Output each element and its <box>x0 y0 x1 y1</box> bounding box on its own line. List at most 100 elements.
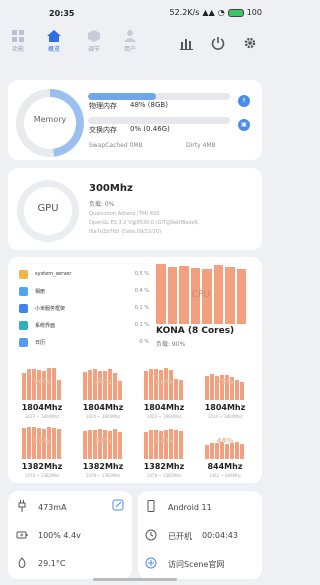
core-range: 1420 ~ 1804Mhz <box>85 414 121 419</box>
process-usage: 0.1 % <box>134 322 149 328</box>
core-percent: 90% <box>33 378 51 386</box>
status-time: 20:35 <box>49 9 75 18</box>
core-bar <box>159 431 163 459</box>
core-bar <box>215 442 219 459</box>
battery-current: 473mA <box>38 503 67 512</box>
app-icon <box>19 270 28 279</box>
process-name: 日历 <box>35 340 46 346</box>
process-row: 相册 0.4 % <box>19 285 149 299</box>
tab-bar: 功能 概览 调节 用户 <box>0 28 270 62</box>
swap-bar <box>88 117 230 124</box>
core-bar <box>240 443 244 459</box>
tab-user[interactable]: 用户 <box>118 28 142 53</box>
core-bar <box>83 372 87 400</box>
process-usage: 0 % <box>139 339 149 345</box>
tab-user-label: 用户 <box>123 46 136 53</box>
core-range: 1420 ~ 1804Mhz <box>207 414 243 419</box>
tab-overview-label: 概览 <box>47 46 60 53</box>
core-bar <box>230 443 234 459</box>
core-range: 1478 ~ 1382Mhz <box>24 473 60 478</box>
tab-overview[interactable]: 概览 <box>42 28 66 53</box>
core-percent: 84% <box>155 437 173 445</box>
ram-clean-button[interactable]: ♗ <box>238 95 250 107</box>
clock-icon <box>145 529 157 541</box>
battery-level-voltage: 100% 4.4v <box>38 531 81 540</box>
cpu-soc-name: KONA (8 Cores) <box>156 326 235 336</box>
core-frequency: 1382Mhz <box>82 462 124 471</box>
core-bar <box>118 431 122 459</box>
dirty-text: Dirty 4MB <box>186 142 216 149</box>
core-bar <box>22 372 26 400</box>
battery-temperature: 29.1°C <box>38 559 66 568</box>
core-range: 1420 ~ 1804Mhz <box>146 414 182 419</box>
core-percent: 95% <box>33 437 51 445</box>
battery-icon <box>227 8 244 17</box>
swap-save-button[interactable]: ▣ <box>238 119 250 131</box>
ram-value: 48% (8GB) <box>130 101 168 109</box>
thermometer-icon <box>18 557 26 568</box>
chart-icon[interactable] <box>180 36 194 50</box>
core-range: 1462 ~ 844Mhz <box>209 473 241 478</box>
core-bar <box>225 444 229 459</box>
gpu-load: 负载: 0% <box>89 201 115 208</box>
core-frequency: 1382Mhz <box>21 462 63 471</box>
core-bar <box>113 372 117 400</box>
core-frequency: 1804Mhz <box>143 403 185 412</box>
visit-scene-link[interactable]: 访问Scene官网 <box>168 559 224 570</box>
ram-bar-fill <box>88 93 157 100</box>
edit-icon[interactable] <box>112 499 124 511</box>
signal-icon: ▲▲ <box>202 8 215 17</box>
core-bar <box>83 431 87 459</box>
battery-level: 100 <box>246 8 262 17</box>
user-icon <box>124 30 136 42</box>
core-percent: 84% <box>94 437 112 445</box>
battery-charge-icon <box>16 531 28 539</box>
app-icon <box>19 338 28 347</box>
process-usage: 0.5 % <box>134 271 149 277</box>
core-range: 1478 ~ 1382Mhz <box>146 473 182 478</box>
gpu-ring-label: GPU <box>37 203 59 214</box>
uptime-value: 00:04:43 <box>202 531 238 540</box>
settings-icon[interactable] <box>243 36 257 50</box>
core-bar <box>144 431 148 459</box>
core-frequency: 1382Mhz <box>143 462 185 471</box>
app-icon <box>19 321 28 330</box>
link-icon[interactable] <box>145 557 157 569</box>
cube-icon <box>88 30 100 42</box>
gpu-frequency: 300Mhz <box>89 183 133 194</box>
swapcached-text: SwapCached 0MB <box>89 142 143 149</box>
core-frequency: 1804Mhz <box>21 403 63 412</box>
core-percent: 90% <box>155 378 173 386</box>
home-icon <box>47 30 61 42</box>
process-row: 系统界面 0.1 % <box>19 319 149 333</box>
process-row: 小米服务框架 0.1 % <box>19 302 149 316</box>
gpu-version-line1: OpenGL ES 3.2 V@0530.0 (GIT@9e0f8ade6, <box>89 220 200 226</box>
core-frequency: 1804Mhz <box>82 403 124 412</box>
core-range: 1478 ~ 1382Mhz <box>85 473 121 478</box>
network-speed: 52.2K/s <box>169 8 200 17</box>
app-icon <box>19 304 28 313</box>
process-usage: 0.4 % <box>134 288 149 294</box>
ram-bar <box>88 93 230 100</box>
app-icon <box>19 287 28 296</box>
tab-adjust[interactable]: 调节 <box>82 28 106 53</box>
process-name: system_server <box>35 271 72 277</box>
uptime-label: 已开机 <box>168 532 192 541</box>
memory-ring: Memory <box>16 89 84 157</box>
grid-icon <box>12 30 24 42</box>
core-percent: 75% <box>216 378 234 386</box>
process-name: 小米服务框架 <box>35 306 66 312</box>
home-indicator[interactable] <box>93 578 177 581</box>
cpu-load: 负载: 90% <box>156 341 186 348</box>
ram-label: 物理内存 <box>89 102 117 110</box>
memory-ring-label: Memory <box>33 115 67 124</box>
phone-icon <box>147 500 155 512</box>
wifi-icon: ◔ <box>217 8 225 17</box>
tab-functions-label: 功能 <box>11 46 24 53</box>
power-icon[interactable] <box>211 36 225 50</box>
core-frequency: 1804Mhz <box>204 403 246 412</box>
tab-functions[interactable]: 功能 <box>6 28 30 53</box>
core-percent: 48% <box>216 437 234 445</box>
gpu-version-line2: I6a7d1b7fd) (Date:09/22/20) <box>89 229 162 235</box>
status-bar: 20:35 52.2K/s ▲▲ ◔ 100 <box>0 0 270 26</box>
